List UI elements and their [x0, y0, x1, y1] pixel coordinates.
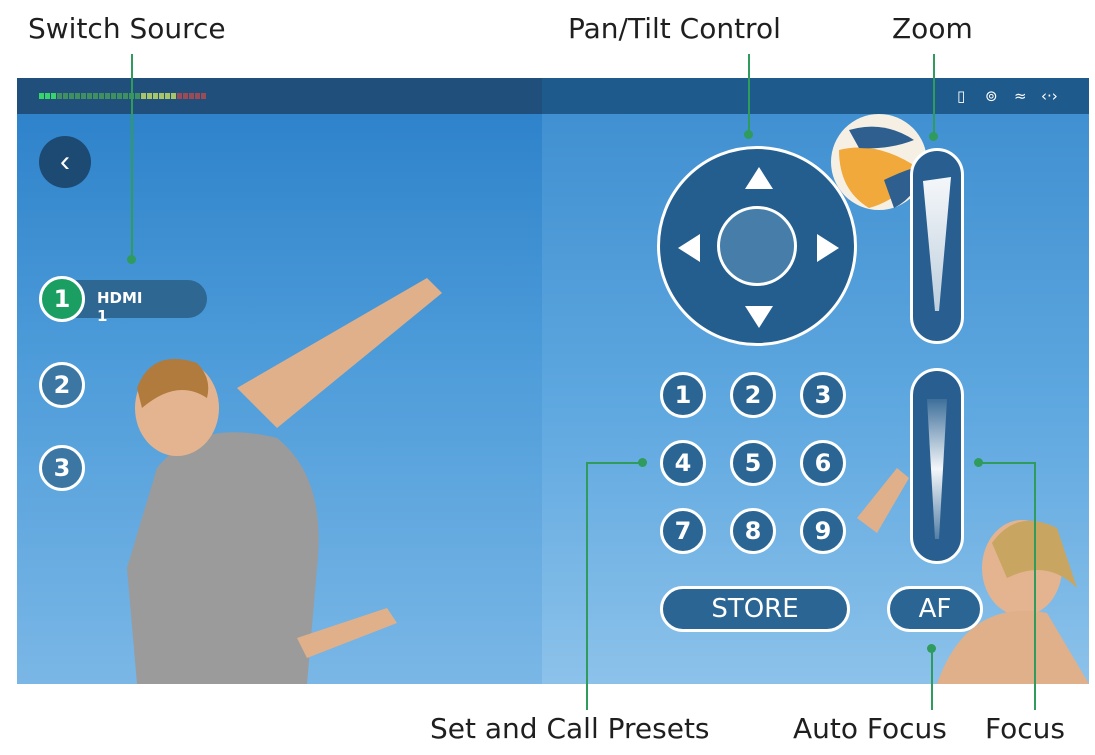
chevron-left-icon: ‹	[60, 145, 70, 178]
zoom-slider[interactable]	[910, 148, 964, 344]
audio-meter-segment	[75, 93, 80, 99]
audio-meter-segment	[183, 93, 188, 99]
audio-meter-segment	[123, 93, 128, 99]
callout-presets: Set and Call Presets	[430, 712, 710, 745]
audio-meter-segment	[99, 93, 104, 99]
zoom-wedge-icon	[923, 177, 951, 311]
focus-gradient-icon	[927, 399, 947, 539]
callout-pan-tilt: Pan/Tilt Control	[568, 12, 781, 45]
callout-focus: Focus	[985, 712, 1065, 745]
audio-meter-segment	[111, 93, 116, 99]
wifi-icon: ≈	[1014, 87, 1027, 105]
preset-button-2[interactable]: 2	[730, 372, 776, 418]
audio-meter-segment	[165, 93, 170, 99]
focus-slider[interactable]	[910, 368, 964, 564]
callout-zoom: Zoom	[892, 12, 973, 45]
leader-dot-focus	[974, 458, 983, 467]
pan-left-arrow-icon[interactable]	[678, 234, 700, 262]
audio-meter-segment	[63, 93, 68, 99]
source-number: 3	[39, 445, 85, 491]
pan-tilt-pad	[657, 146, 857, 346]
source-number: 2	[39, 362, 85, 408]
audio-meter-segment	[69, 93, 74, 99]
preset-button-5[interactable]: 5	[730, 440, 776, 486]
audio-meter-segment	[81, 93, 86, 99]
status-bar: ▯ ⊚ ≈ ‹·›	[17, 78, 1089, 114]
sd-card-icon: ▯	[957, 87, 966, 105]
audio-meter-segment	[39, 93, 44, 99]
audio-meter-segment	[189, 93, 194, 99]
leader-line-zoom	[933, 54, 935, 136]
preset-button-7[interactable]: 7	[660, 508, 706, 554]
audio-meter-segment	[141, 93, 146, 99]
network-code-icon: ‹·›	[1041, 87, 1058, 105]
pan-right-arrow-icon[interactable]	[817, 234, 839, 262]
source-number-active: 1	[39, 276, 85, 322]
source-label: HDMI 1	[97, 289, 143, 325]
audio-meter-segment	[153, 93, 158, 99]
audio-meter-segment	[117, 93, 122, 99]
audio-meter-segment	[45, 93, 50, 99]
preset-button-4[interactable]: 4	[660, 440, 706, 486]
callout-auto-focus: Auto Focus	[793, 712, 947, 745]
audio-meter-segment	[51, 93, 56, 99]
preset-button-6[interactable]: 6	[800, 440, 846, 486]
leader-dot-auto-focus	[927, 644, 936, 653]
leader-line-presets-h	[586, 462, 642, 464]
camera-control-screen: ▯ ⊚ ≈ ‹·› ‹ HDMI 1 1 2 3 1 2 3 4 5 6 7 8…	[17, 78, 1089, 684]
audio-meter-segment	[135, 93, 140, 99]
auto-focus-button[interactable]: AF	[887, 586, 983, 632]
leader-dot-zoom	[929, 132, 938, 141]
audio-meter-segment	[171, 93, 176, 99]
audio-meter-segment	[93, 93, 98, 99]
leader-dot-presets	[638, 458, 647, 467]
audio-meter-segment	[105, 93, 110, 99]
callout-switch-source: Switch Source	[28, 12, 226, 45]
leader-line-presets-v	[586, 462, 588, 710]
leader-line-focus-h	[978, 462, 1036, 464]
audio-meter-segment	[195, 93, 200, 99]
leader-line-pan-tilt	[748, 54, 750, 134]
pan-tilt-home-button[interactable]	[717, 206, 797, 286]
preset-button-9[interactable]: 9	[800, 508, 846, 554]
back-button[interactable]: ‹	[39, 136, 91, 188]
leader-line-auto-focus	[931, 648, 933, 710]
preset-button-1[interactable]: 1	[660, 372, 706, 418]
power-plug-icon: ⊚	[985, 87, 998, 105]
leader-dot-pan-tilt	[744, 130, 753, 139]
store-button[interactable]: STORE	[660, 586, 850, 632]
audio-meter-segment	[87, 93, 92, 99]
leader-line-focus-v	[1034, 462, 1036, 710]
preset-button-3[interactable]: 3	[800, 372, 846, 418]
leader-line-switch-source	[131, 54, 133, 259]
audio-meter-segment	[147, 93, 152, 99]
audio-level-meter	[39, 93, 206, 99]
preset-button-8[interactable]: 8	[730, 508, 776, 554]
audio-meter-segment	[201, 93, 206, 99]
audio-meter-segment	[159, 93, 164, 99]
audio-meter-segment	[177, 93, 182, 99]
pan-down-arrow-icon[interactable]	[745, 306, 773, 328]
pan-up-arrow-icon[interactable]	[745, 167, 773, 189]
leader-dot-switch-source	[127, 255, 136, 264]
audio-meter-segment	[57, 93, 62, 99]
